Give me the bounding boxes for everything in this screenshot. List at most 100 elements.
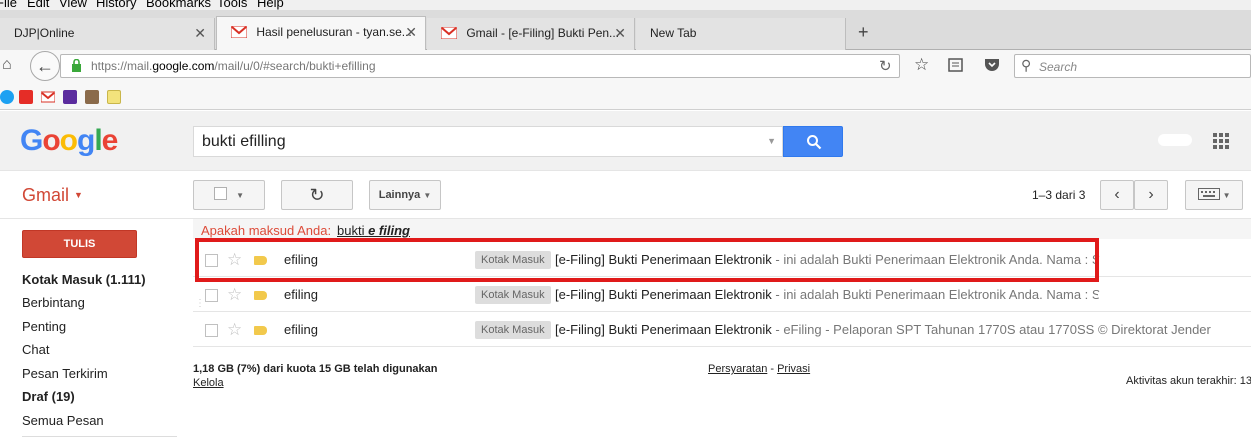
- pagination-count: 1–3 dari 3: [1032, 188, 1086, 202]
- tab-title: DJP|Online: [14, 26, 75, 40]
- tab-new[interactable]: New Tab: [636, 18, 846, 50]
- privacy-link[interactable]: Privasi: [777, 363, 810, 375]
- label-badge: Kotak Masuk: [475, 286, 551, 304]
- reading-list-icon[interactable]: [948, 57, 963, 75]
- tab-title: Hasil penelusuran - tyan.se...: [256, 25, 412, 39]
- row-checkbox[interactable]: [205, 324, 218, 337]
- redaction: [1098, 289, 1188, 301]
- bookmarks-toolbar: [0, 82, 1251, 110]
- caret-down-icon: ▼: [236, 191, 244, 200]
- menu-help[interactable]: Help: [257, 0, 284, 10]
- checkbox-icon: [214, 187, 227, 200]
- refresh-icon: ↻: [309, 185, 325, 205]
- sidebar-item-all-mail[interactable]: Semua Pesan: [22, 413, 104, 428]
- close-icon[interactable]: ✕: [614, 18, 626, 48]
- google-logo[interactable]: Google: [20, 124, 118, 158]
- tab-title: Gmail - [e-Filing] Bukti Pen...: [466, 26, 620, 40]
- last-account-activity: Aktivitas akun terakhir: 13: [1126, 375, 1251, 387]
- gmail-icon: [230, 19, 248, 39]
- apps-grid-icon[interactable]: [1213, 133, 1229, 152]
- compose-button[interactable]: TULIS: [22, 230, 137, 258]
- star-icon[interactable]: ☆: [227, 278, 242, 312]
- tab-djp-online[interactable]: DJP|Online ✕: [0, 18, 215, 50]
- email-sender: efiling: [284, 322, 318, 337]
- highlight-box: [195, 238, 1099, 282]
- sidebar: TULIS Kotak Masuk (1.111) Berbintang Pen…: [0, 219, 190, 443]
- keyboard-icon: [1197, 188, 1223, 201]
- sidebar-item-starred[interactable]: Berbintang: [22, 295, 85, 310]
- close-icon[interactable]: ✕: [194, 18, 206, 48]
- email-subject: [e-Filing] Bukti Penerimaan Elektronik -…: [555, 322, 1211, 337]
- sidebar-item-sent[interactable]: Pesan Terkirim: [22, 366, 108, 381]
- suggestion-link[interactable]: bukti e filing: [337, 223, 410, 238]
- menu-bookmarks[interactable]: Bookmarks: [146, 0, 211, 10]
- gmail-header: Google bukti efilling ▼: [0, 111, 1251, 171]
- chevron-left-icon: ‹: [1114, 186, 1120, 203]
- pocket-icon[interactable]: [984, 57, 1000, 75]
- new-tab-plus-icon[interactable]: +: [858, 22, 869, 43]
- back-button[interactable]: ←: [30, 51, 60, 81]
- manage-link[interactable]: Kelola: [193, 377, 224, 389]
- sidebar-item-important[interactable]: Penting: [22, 319, 66, 334]
- more-button[interactable]: Lainnya ▼: [369, 180, 441, 210]
- menu-history[interactable]: History: [96, 0, 136, 10]
- url-bar[interactable]: https://mail.google.com/mail/u/0/#search…: [60, 54, 900, 78]
- refresh-button[interactable]: ↻: [281, 180, 353, 210]
- menu-bar: File Edit View History Bookmarks Tools H…: [0, 0, 1251, 10]
- table-row[interactable]: ⋮ ☆ efiling Kotak Masuk [e-Filing] Bukti…: [193, 278, 1251, 312]
- search-icon: [807, 135, 822, 150]
- sidebar-divider: [22, 436, 177, 437]
- gmail-app-switcher[interactable]: Gmail ▼: [22, 185, 83, 206]
- email-sender: efiling: [284, 287, 318, 302]
- footer-links: Persyaratan - Privasi: [708, 363, 811, 375]
- search-query: bukti efilling: [202, 133, 286, 150]
- menu-file[interactable]: File: [0, 0, 17, 10]
- sidebar-item-drafts[interactable]: Draf (19): [22, 389, 75, 404]
- tab-search-results[interactable]: Hasil penelusuran - tyan.se... ✕: [216, 16, 426, 51]
- important-marker-icon[interactable]: [254, 291, 267, 300]
- caret-down-icon[interactable]: ▼: [767, 127, 776, 156]
- sidebar-item-inbox[interactable]: Kotak Masuk (1.111): [22, 272, 146, 287]
- search-icon: ⚲: [1021, 57, 1032, 73]
- gmail-search-input[interactable]: bukti efilling ▼: [193, 126, 783, 157]
- close-icon[interactable]: ✕: [405, 17, 417, 47]
- bookmark-star-icon[interactable]: ☆: [914, 55, 929, 75]
- search-button[interactable]: [783, 126, 843, 157]
- menu-tools[interactable]: Tools: [217, 0, 247, 10]
- star-icon[interactable]: ☆: [227, 313, 242, 347]
- navigation-bar: ⌂ ← https://mail.google.com/mail/u/0/#se…: [0, 50, 1251, 82]
- caret-down-icon: ▼: [74, 190, 83, 200]
- menu-edit[interactable]: Edit: [27, 0, 49, 10]
- suggestion-prefix: Apakah maksud Anda:: [201, 223, 332, 238]
- row-checkbox[interactable]: [205, 289, 218, 302]
- twitter-icon[interactable]: [0, 90, 14, 104]
- label-badge: Kotak Masuk: [475, 321, 551, 339]
- home-icon[interactable]: ⌂: [2, 56, 12, 74]
- sidebar-item-chat[interactable]: Chat: [22, 342, 49, 357]
- folder-icon[interactable]: [107, 90, 121, 104]
- table-row[interactable]: ☆ efiling Kotak Masuk [e-Filing] Bukti P…: [193, 313, 1251, 347]
- caret-down-icon: ▼: [1222, 191, 1231, 200]
- browser-search-input[interactable]: ⚲ Search: [1014, 54, 1251, 78]
- menu-view[interactable]: View: [59, 0, 87, 10]
- select-checkbox-button[interactable]: ▼: [193, 180, 265, 210]
- input-tools-button[interactable]: ▼: [1185, 180, 1243, 210]
- lock-icon: [71, 58, 82, 75]
- youtube-icon[interactable]: [19, 90, 33, 104]
- tab-gmail[interactable]: Gmail - [e-Filing] Bukti Pen... ✕: [427, 18, 635, 50]
- reload-icon[interactable]: ↻: [879, 57, 892, 75]
- instagram-icon[interactable]: [85, 90, 99, 104]
- gmail-icon[interactable]: [40, 90, 56, 104]
- yahoo-mail-icon[interactable]: [63, 90, 77, 104]
- search-placeholder: Search: [1039, 60, 1078, 74]
- prev-page-button[interactable]: ‹: [1100, 180, 1134, 210]
- important-marker-icon[interactable]: [254, 326, 267, 335]
- url-text: https://mail.google.com/mail/u/0/#search…: [91, 59, 376, 73]
- terms-link[interactable]: Persyaratan: [708, 363, 767, 375]
- redaction: [1098, 254, 1178, 266]
- chevron-right-icon: ›: [1148, 186, 1154, 203]
- spelling-suggestion-bar: Apakah maksud Anda: bukti e filing: [193, 219, 1251, 239]
- next-page-button[interactable]: ›: [1134, 180, 1168, 210]
- account-name-redacted[interactable]: [1158, 134, 1192, 146]
- gmail-toolbar: Gmail ▼ ▼ ↻ Lainnya ▼ 1–3 dari 3 ‹ › ▼: [0, 171, 1251, 219]
